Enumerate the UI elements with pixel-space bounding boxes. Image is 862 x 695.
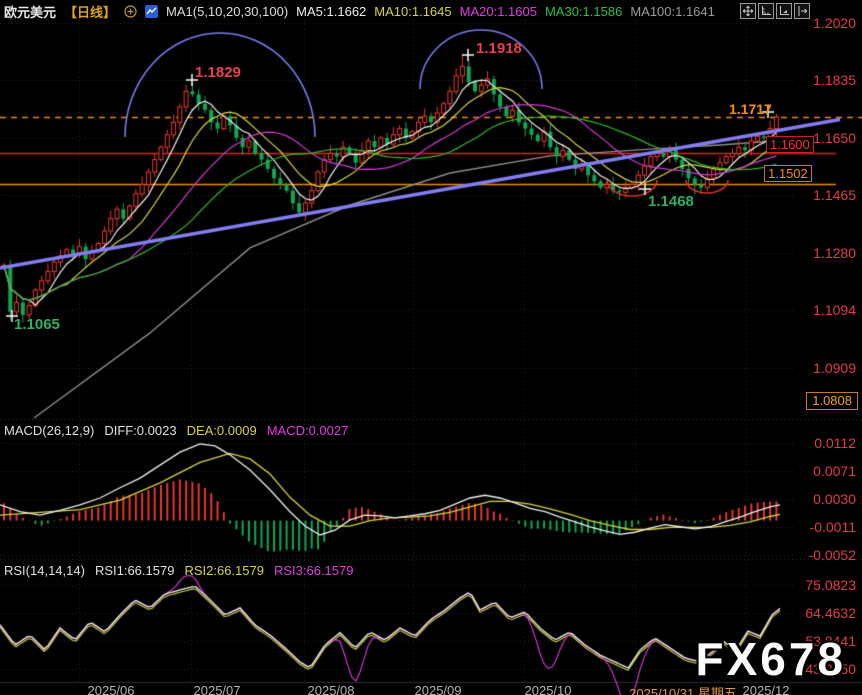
price-axis-label: 1.1465 xyxy=(813,187,856,203)
double-bottom-label: 1.1468 xyxy=(648,193,694,210)
price-axis-label: 1.1094 xyxy=(813,302,856,318)
ma-settings-label: MA1(5,10,20,30,100) xyxy=(166,4,289,19)
peak2-label: 1.1918 xyxy=(476,40,522,57)
rsi3-value: RSI3:66.1579 xyxy=(273,563,354,578)
chart-window: 欧元美元 【日线】 MA1(5,10,20,30,100) MA5:1.1662… xyxy=(0,0,862,695)
ma20-value: MA20:1.1605 xyxy=(459,4,537,19)
price-axis-label: 1.1650 xyxy=(813,130,856,146)
rsi2-value: RSI2:66.1579 xyxy=(184,563,264,578)
time-axis-label: 2025/06 xyxy=(87,683,135,695)
exit-fullscreen-icon[interactable] xyxy=(794,3,810,19)
price-axis-label: 1.2020 xyxy=(813,15,856,31)
ma100-value: MA100:1.1641 xyxy=(630,4,715,19)
price-low-tag: 1.0808 xyxy=(806,392,858,410)
macd-settings-label: MACD(26,12,9) xyxy=(4,423,95,438)
resistance-label: 1.1717 xyxy=(729,101,772,117)
toolbar xyxy=(740,3,810,19)
price-axis-label: 1.1280 xyxy=(813,245,856,261)
rsi-settings-label: RSI(14,14,14) xyxy=(4,563,85,578)
add-indicator-icon[interactable] xyxy=(124,5,137,18)
support-price-tag: 1.1502 xyxy=(764,165,812,182)
indicator-window-icon[interactable] xyxy=(776,3,792,19)
time-axis-label: 2025/09 xyxy=(414,683,462,695)
axis-scale-icon[interactable] xyxy=(758,3,774,19)
ma30-value: MA30:1.1586 xyxy=(544,4,623,19)
peak1-label: 1.1829 xyxy=(195,64,241,81)
indicator-logo-icon xyxy=(145,5,159,18)
low-label: 1.1065 xyxy=(14,316,60,333)
time-axis-label: 2025/08 xyxy=(307,683,355,695)
macd-header: MACD(26,12,9) DIFF:0.0023 DEA:0.0009 MAC… xyxy=(4,423,348,438)
macd-axis-label: 0.0071 xyxy=(813,463,856,479)
rsi-axis-label: 64.4632 xyxy=(805,605,856,621)
price-axis-label: 1.1835 xyxy=(813,72,856,88)
macd-axis-label: -0.0011 xyxy=(809,519,856,535)
price-axis-label: 1.0909 xyxy=(813,360,856,376)
macd-axis-label: -0.0052 xyxy=(808,547,856,563)
macd-diff-value: DIFF:0.0023 xyxy=(104,423,177,438)
ma5-value: MA5:1.1662 xyxy=(296,4,367,19)
pivot-price-tag: 1.1600 xyxy=(766,136,814,153)
macd-dea-value: DEA:0.0009 xyxy=(186,423,257,438)
macd-value: MACD:0.0027 xyxy=(266,423,349,438)
symbol-title: 欧元美元 xyxy=(4,5,57,20)
time-axis-label: 2025/10 xyxy=(524,683,572,695)
time-axis-label: 2025/07 xyxy=(193,683,241,695)
period-label: 【日线】 xyxy=(64,5,117,20)
fx678-watermark: FX678 xyxy=(695,633,846,685)
macd-axis-label: 0.0112 xyxy=(814,435,856,451)
chart-header: 欧元美元 【日线】 MA1(5,10,20,30,100) MA5:1.1662… xyxy=(4,2,715,21)
pan-icon[interactable] xyxy=(740,3,756,19)
rsi-header: RSI(14,14,14) RSI1:66.1579 RSI2:66.1579 … xyxy=(4,563,353,578)
macd-axis-label: 0.0030 xyxy=(813,491,856,507)
rsi1-value: RSI1:66.1579 xyxy=(94,563,175,578)
rsi-axis-label: 75.0823 xyxy=(805,577,856,593)
ma10-value: MA10:1.1645 xyxy=(374,4,452,19)
